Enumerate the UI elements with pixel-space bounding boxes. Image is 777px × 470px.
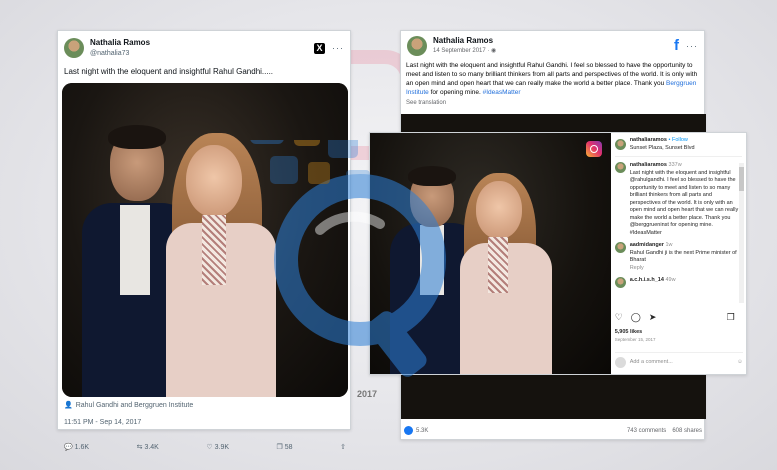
tweet-text: Last night with the eloquent and insight… [64, 67, 274, 76]
year-label: 2017 [357, 389, 378, 399]
share-count[interactable]: 608 shares [672, 428, 702, 434]
post-text: Last night with the eloquent and insight… [401, 55, 704, 97]
comment-username[interactable]: a.c.h.i.s.h_14 [630, 277, 664, 283]
comment-count[interactable]: 743 comments [627, 428, 666, 434]
display-name[interactable]: Nathalia Ramos [90, 37, 150, 48]
display-name[interactable]: Nathalia Ramos [433, 36, 496, 46]
instagram-logo-icon [585, 141, 602, 157]
comment-text: Rahul Gandhi ji is the next Prime minist… [629, 249, 737, 264]
emoji-icon[interactable]: ☺ [737, 359, 743, 367]
comment-age: 49w [665, 277, 676, 283]
bookmark-icon[interactable]: ❐ [727, 313, 735, 322]
share-icon[interactable]: ➤ [649, 313, 657, 322]
hashtag-link[interactable]: #IdeasMatter [483, 89, 521, 96]
instagram-side-panel: nathaliaramos • Follow Sunset Plaza, Sun… [611, 133, 746, 374]
post-date: September 15, 2017 [614, 337, 656, 342]
avatar[interactable] [614, 277, 626, 288]
comment-item: a.c.h.i.s.h_14 49w [614, 277, 742, 288]
comment-item: aadmidanger 1w Rahul Gandhi ji is the ne… [614, 242, 742, 273]
follow-button[interactable]: • Follow [669, 137, 688, 143]
reaction-count[interactable]: 5.3K [416, 428, 428, 434]
like-count: 3.9K [214, 444, 230, 451]
retweet-button[interactable]: ⇆ 3.4K [137, 443, 159, 451]
bookmark-icon: ❐ [276, 444, 283, 451]
caption-username[interactable]: nathaliaramos [630, 162, 667, 168]
username[interactable]: nathaliaramos [630, 137, 667, 143]
like-button[interactable]: ♡ 3.9K [206, 443, 229, 451]
twitter-post-card: Nathalia Ramos @nathalia73 X ··· Last ni… [57, 30, 351, 451]
reactions-bar: 5.3K 743 comments 608 shares [404, 426, 702, 435]
avatar[interactable] [614, 139, 626, 150]
timestamp[interactable]: 11:51 PM - Sep 14, 2017 [64, 419, 141, 426]
post-body: Last night with the eloquent and insight… [406, 62, 698, 87]
instagram-header: nathaliaramos • Follow Sunset Plaza, Sun… [614, 137, 742, 157]
bookmark-count: 58 [284, 444, 293, 451]
avatar-placeholder [614, 357, 626, 368]
post-date[interactable]: 14 September 2017 · ◉ [433, 46, 496, 56]
see-translation-link[interactable]: See translation [401, 97, 704, 109]
retweet-count: 3.4K [144, 444, 159, 451]
caption-text: Last night with the eloquent and insight… [629, 169, 739, 236]
facebook-post-header: Nathalia Ramos 14 September 2017 · ◉ f ·… [401, 31, 704, 56]
comment-age: 1w [665, 242, 673, 248]
add-comment-placeholder[interactable]: Add a comment... [630, 359, 673, 367]
avatar[interactable] [614, 242, 626, 253]
post-photo[interactable] [370, 133, 611, 374]
add-comment-field[interactable]: Add a comment... ☺ [614, 352, 743, 368]
reply-button[interactable]: 💬 1.6K [64, 443, 89, 451]
share-icon[interactable]: ⇧ [340, 443, 346, 451]
bookmark-button[interactable]: ❐ 58 [277, 443, 293, 451]
facebook-logo-icon: f [674, 37, 679, 54]
location-tag[interactable]: 👤 Rahul Gandhi and Berggruen Institute [64, 401, 194, 410]
avatar[interactable] [64, 38, 84, 58]
user-handle[interactable]: @nathalia73 [90, 48, 150, 59]
like-reaction-icon [404, 426, 413, 435]
scrollbar[interactable] [739, 163, 744, 303]
heart-icon[interactable]: ♡ [615, 313, 623, 322]
x-logo-icon: X [314, 42, 325, 54]
location[interactable]: Sunset Plaza, Sunset Blvd [630, 145, 695, 153]
more-options-icon[interactable]: ··· [332, 43, 344, 53]
comment-icon[interactable]: ◯ [631, 313, 641, 322]
reply-link[interactable]: Reply [630, 265, 742, 273]
tweet-actions: 💬 1.6K ⇆ 3.4K ♡ 3.9K ❐ 58 ⇧ [64, 443, 346, 451]
avatar[interactable] [614, 162, 626, 173]
twitter-post-header: Nathalia Ramos @nathalia73 X ··· [58, 31, 350, 59]
tweet-photo[interactable] [62, 83, 348, 397]
reply-count: 1.6K [74, 444, 90, 451]
post-actions: ♡ ◯ ➤ ❐ [615, 313, 735, 322]
more-options-icon[interactable]: ··· [686, 41, 698, 51]
instagram-post-card: nathaliaramos • Follow Sunset Plaza, Sun… [369, 132, 747, 375]
retweet-icon: ⇆ [136, 444, 143, 451]
reply-icon: 💬 [64, 444, 73, 451]
avatar[interactable] [407, 35, 427, 56]
heart-icon: ♡ [206, 444, 213, 451]
person-icon: 👤 [64, 402, 73, 409]
post-body-end: for opening mine. [428, 89, 483, 96]
location-text: Rahul Gandhi and Berggruen Institute [75, 401, 194, 409]
comment-username[interactable]: aadmidanger [630, 242, 664, 248]
caption: nathaliaramos 337w Last night with the e… [614, 162, 742, 237]
caption-age: 337w [668, 162, 682, 168]
